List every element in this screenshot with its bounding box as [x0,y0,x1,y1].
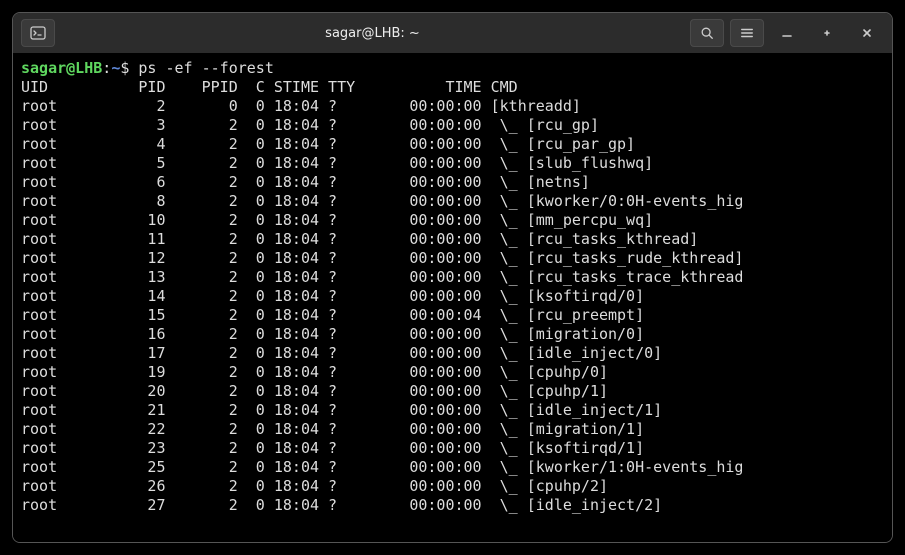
prompt-path: ~ [111,59,120,77]
ps-row: root 12 2 0 18:04 ? 00:00:00 \_ [rcu_tas… [21,249,884,268]
ps-row: root 16 2 0 18:04 ? 00:00:00 \_ [migrati… [21,325,884,344]
hamburger-icon [740,26,754,40]
minimize-button[interactable] [770,19,804,47]
ps-row: root 20 2 0 18:04 ? 00:00:00 \_ [cpuhp/1… [21,382,884,401]
ps-row: root 27 2 0 18:04 ? 00:00:00 \_ [idle_in… [21,496,884,515]
command-text: ps -ef --forest [138,59,273,77]
prompt-host: @LHB [66,59,102,77]
prompt-line: sagar@LHB:~$ ps -ef --forest [21,59,884,78]
prompt-user: sagar [21,59,66,77]
search-button[interactable] [690,19,724,47]
ps-row: root 5 2 0 18:04 ? 00:00:00 \_ [slub_flu… [21,154,884,173]
window-title: sagar@LHB: ~ [61,26,684,41]
ps-header: UID PID PPID C STIME TTY TIME CMD [21,78,884,97]
ps-row: root 6 2 0 18:04 ? 00:00:00 \_ [netns] [21,173,884,192]
ps-row: root 15 2 0 18:04 ? 00:00:04 \_ [rcu_pre… [21,306,884,325]
terminal-output[interactable]: sagar@LHB:~$ ps -ef --forestUID PID PPID… [13,53,892,542]
maximize-button[interactable] [810,19,844,47]
prompt-dollar: $ [120,59,138,77]
ps-row: root 25 2 0 18:04 ? 00:00:00 \_ [kworker… [21,458,884,477]
maximize-icon [821,27,833,39]
ps-row: root 14 2 0 18:04 ? 00:00:00 \_ [ksoftir… [21,287,884,306]
titlebar: sagar@LHB: ~ [13,13,892,53]
ps-row: root 8 2 0 18:04 ? 00:00:00 \_ [kworker/… [21,192,884,211]
ps-row: root 19 2 0 18:04 ? 00:00:00 \_ [cpuhp/0… [21,363,884,382]
ps-row: root 26 2 0 18:04 ? 00:00:00 \_ [cpuhp/2… [21,477,884,496]
ps-row: root 11 2 0 18:04 ? 00:00:00 \_ [rcu_tas… [21,230,884,249]
search-icon [700,26,714,40]
terminal-window: sagar@LHB: ~ [12,12,893,543]
ps-row: root 2 0 0 18:04 ? 00:00:00 [kthreadd] [21,97,884,116]
ps-row: root 21 2 0 18:04 ? 00:00:00 \_ [idle_in… [21,401,884,420]
menu-button[interactable] [730,19,764,47]
ps-row: root 23 2 0 18:04 ? 00:00:00 \_ [ksoftir… [21,439,884,458]
close-icon [861,27,873,39]
minimize-icon [781,27,793,39]
ps-row: root 10 2 0 18:04 ? 00:00:00 \_ [mm_perc… [21,211,884,230]
close-button[interactable] [850,19,884,47]
terminal-icon [30,25,46,41]
ps-row: root 13 2 0 18:04 ? 00:00:00 \_ [rcu_tas… [21,268,884,287]
prompt-colon: : [102,59,111,77]
ps-row: root 4 2 0 18:04 ? 00:00:00 \_ [rcu_par_… [21,135,884,154]
new-tab-button[interactable] [21,19,55,47]
ps-row: root 22 2 0 18:04 ? 00:00:00 \_ [migrati… [21,420,884,439]
ps-row: root 3 2 0 18:04 ? 00:00:00 \_ [rcu_gp] [21,116,884,135]
ps-row: root 17 2 0 18:04 ? 00:00:00 \_ [idle_in… [21,344,884,363]
